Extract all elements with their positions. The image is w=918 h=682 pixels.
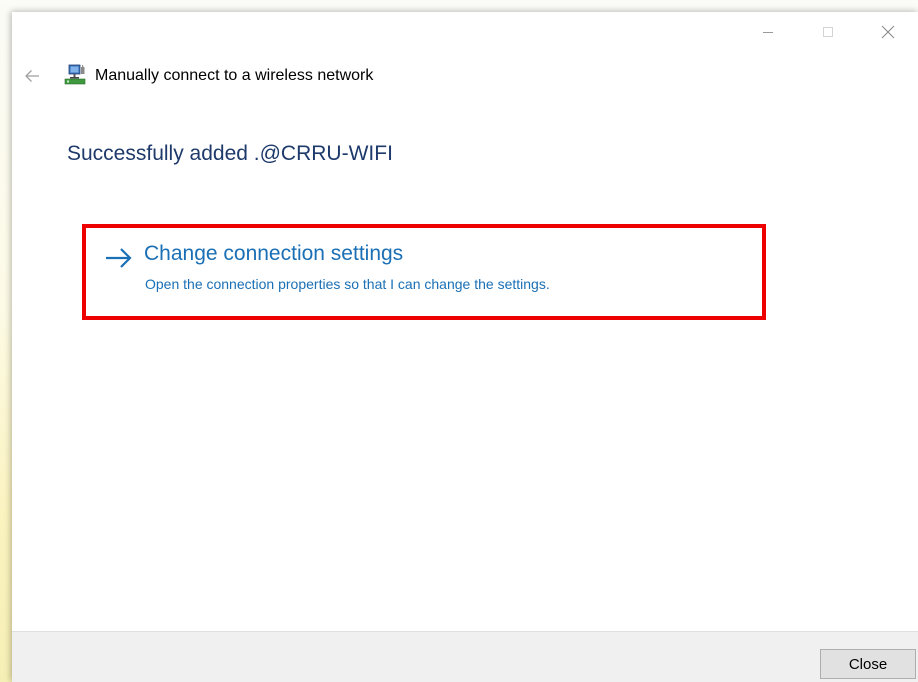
wireless-network-icon	[64, 64, 86, 85]
close-window-button[interactable]	[858, 12, 918, 52]
minimize-icon	[763, 32, 773, 33]
back-arrow-icon	[25, 70, 39, 82]
maximize-button	[798, 12, 858, 52]
wizard-footer: Close	[12, 631, 918, 682]
change-link-title: Change connection settings	[144, 242, 404, 265]
wizard-header: Manually connect to a wireless network	[12, 60, 712, 92]
change-link-description: Open the connection properties so that I…	[145, 276, 550, 292]
title-bar-controls	[738, 12, 918, 52]
close-button[interactable]: Close	[820, 649, 916, 679]
maximize-icon	[823, 27, 833, 37]
right-arrow-icon	[106, 248, 132, 268]
success-heading: Successfully added .@CRRU-WIFI	[67, 142, 393, 165]
wizard-window: Manually connect to a wireless network S…	[12, 12, 918, 682]
minimize-button[interactable]	[738, 12, 798, 52]
close-icon	[881, 25, 895, 39]
change-connection-settings-link[interactable]: Change connection settings Open the conn…	[104, 240, 724, 300]
wizard-title: Manually connect to a wireless network	[95, 67, 374, 84]
back-button[interactable]	[20, 64, 44, 88]
